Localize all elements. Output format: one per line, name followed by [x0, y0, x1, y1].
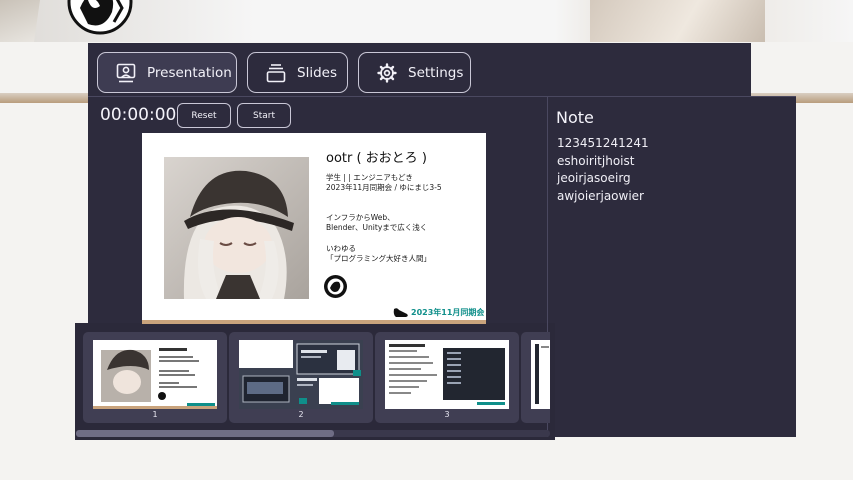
slide-thumbnail[interactable]: 2 — [229, 332, 373, 423]
slide-interest-line: Blender、Unityまで広く浅く — [326, 223, 428, 232]
note-body: 123451241241 eshoiritjhoist jeoirjasoeir… — [557, 135, 649, 205]
tab-presentation-label: Presentation — [147, 64, 232, 81]
tab-settings-label: Settings — [408, 64, 464, 81]
slide-meta-line: 2023年11月同期会 / ゆにまじ3-5 — [326, 183, 442, 192]
slide-catchphrase-line: いわゆる — [326, 244, 356, 253]
slide-accent-bar — [142, 320, 486, 324]
tab-slides-label: Slides — [297, 64, 337, 81]
slide-thumbnail[interactable] — [521, 332, 550, 423]
slide-thumbnail[interactable]: 1 — [83, 332, 227, 423]
thumbnail-image — [531, 340, 550, 409]
slide-badge-text: 2023年11月同期会 — [411, 308, 485, 317]
thumbnail-number: 2 — [298, 410, 304, 419]
thumbnail-image — [385, 340, 509, 409]
slide-catchphrase-line: 「プログラミング大好き人間」 — [326, 254, 431, 263]
slide-event-badge: 2023年11月同期会 — [393, 305, 484, 320]
slide-profile-photo — [164, 157, 309, 299]
thumbnail-number: 1 — [152, 410, 158, 419]
note-line: jeoirjasoeirg — [557, 171, 631, 185]
note-line: 123451241241 — [557, 136, 649, 150]
timer-display: 00:00:00 — [100, 105, 177, 125]
start-button[interactable]: Start — [237, 103, 291, 128]
thumbnail-image — [239, 340, 363, 409]
note-line: eshoiritjhoist — [557, 153, 635, 168]
slide-meta: 学生 | | エンジニアもどき 2023年11月同期会 / ゆにまじ3-5 — [326, 173, 442, 193]
current-slide-preview: ootr ( おおとろ ) 学生 | | エンジニアもどき 2023年11月同期… — [142, 133, 486, 323]
gear-icon — [377, 62, 397, 83]
profile-logo-icon — [324, 275, 347, 298]
background-shape-right — [590, 0, 765, 42]
world-logo-icon — [67, 0, 133, 35]
slide-interest-line: インフラからWeb、 — [326, 213, 395, 222]
slide-title: ootr ( おおとろ ) — [326, 151, 427, 166]
slide-meta-line: 学生 | | エンジニアもどき — [326, 173, 413, 182]
background-shape-left — [0, 0, 40, 42]
person-board-icon — [116, 63, 136, 82]
tab-slides[interactable]: Slides — [247, 52, 348, 93]
slide-catchphrase: いわゆる 「プログラミング大好き人間」 — [326, 244, 431, 264]
tab-presentation[interactable]: Presentation — [97, 52, 237, 93]
thumbnail-number: 3 — [444, 410, 450, 419]
slide-thumbnail[interactable]: 3 — [375, 332, 519, 423]
thumbnail-image — [93, 340, 217, 409]
note-line: awjoierjaowier — [557, 188, 644, 203]
slide-interests: インフラからWeb、 Blender、Unityまで広く浅く — [326, 213, 427, 233]
header-divider — [88, 96, 796, 97]
tab-settings[interactable]: Settings — [358, 52, 471, 93]
slides-stack-icon — [266, 63, 286, 82]
thumbnail-scrollbar-thumb[interactable] — [76, 430, 334, 437]
shoe-icon — [393, 308, 408, 317]
note-title: Note — [556, 108, 594, 127]
reset-button[interactable]: Reset — [177, 103, 231, 128]
